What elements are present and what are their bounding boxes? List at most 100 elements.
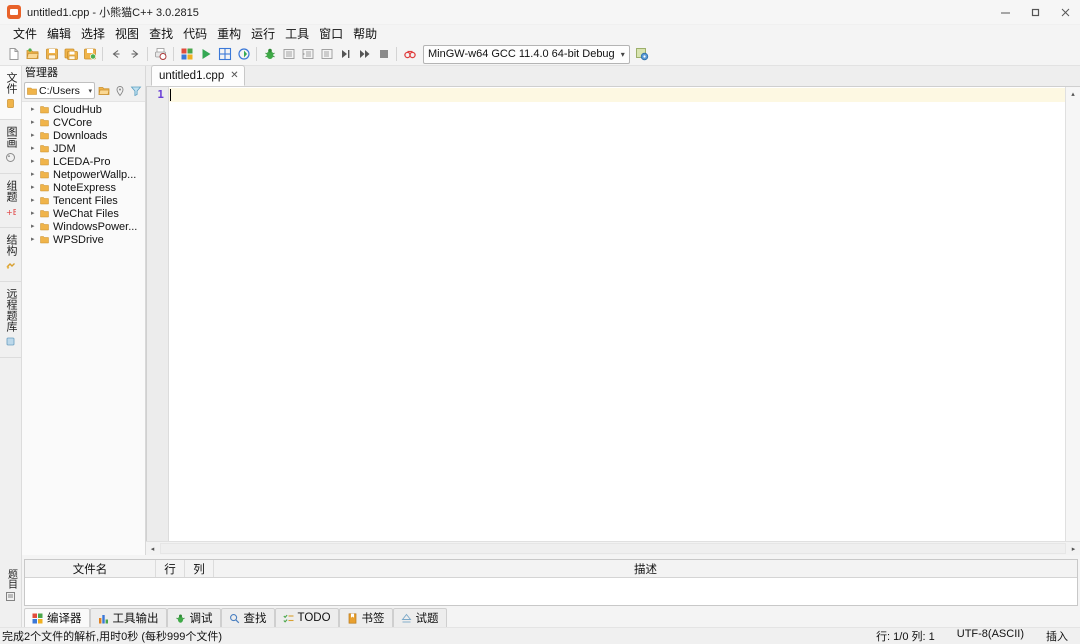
step-over-indent-icon[interactable] <box>280 45 297 63</box>
status-encoding[interactable]: UTF-8(ASCII) <box>957 628 1024 644</box>
activity-tab-drawing[interactable]: 图画 <box>0 120 21 174</box>
horizontal-scroll-thumb[interactable] <box>160 543 1066 554</box>
debug-bug-icon[interactable] <box>261 45 278 63</box>
chevron-right-icon[interactable]: ▸ <box>31 207 40 220</box>
explorer-path-combo[interactable]: C:/Users ▾ <box>24 82 95 99</box>
activity-tab-structure[interactable]: 结构 <box>0 228 21 282</box>
file-tree[interactable]: ▸ CloudHub ▸ CVCore ▸ Downloads ▸ JDM ▸ LCEDA… <box>22 101 145 555</box>
compiler-set-combo[interactable]: MinGW-w64 GCC 11.4.0 64-bit Debug ▾ <box>423 44 630 64</box>
table-body[interactable] <box>25 578 1077 605</box>
menu-find[interactable]: 查找 <box>144 25 178 43</box>
compile-run-icon[interactable] <box>216 45 233 63</box>
compile-icon[interactable] <box>178 45 195 63</box>
problem-list-icon[interactable] <box>5 591 16 605</box>
continue-icon[interactable] <box>356 45 373 63</box>
run-icon[interactable] <box>197 45 214 63</box>
save-all-icon[interactable] <box>62 45 79 63</box>
locate-file-icon[interactable] <box>113 83 127 98</box>
next-statement-icon[interactable] <box>337 45 354 63</box>
stop-execution-icon[interactable] <box>375 45 392 63</box>
column-header-description[interactable]: 描述 <box>214 560 1077 577</box>
column-header-line[interactable]: 行 <box>156 560 185 577</box>
chevron-right-icon[interactable]: ▸ <box>31 155 40 168</box>
editor-tab-untitled1[interactable]: untitled1.cpp ✕ <box>151 65 245 86</box>
save-icon[interactable] <box>43 45 60 63</box>
compiler-options-icon[interactable] <box>634 45 651 63</box>
step-into-indent-icon[interactable] <box>299 45 316 63</box>
chevron-right-icon[interactable]: ▸ <box>31 103 40 116</box>
panel-tab-search[interactable]: 查找 <box>220 608 275 627</box>
chevron-right-icon[interactable]: ▸ <box>31 194 40 207</box>
panel-tab-debug[interactable]: 调试 <box>166 608 221 627</box>
chevron-right-icon[interactable]: ▸ <box>31 142 40 155</box>
tree-item[interactable]: ▸ CVCore <box>22 116 145 129</box>
menu-tools[interactable]: 工具 <box>280 25 314 43</box>
menu-window[interactable]: 窗口 <box>314 25 348 43</box>
new-file-icon[interactable] <box>5 45 22 63</box>
panel-tab-compiler[interactable]: 编译器 <box>24 608 90 627</box>
panel-tab-bookmarks[interactable]: 书签 <box>338 608 393 627</box>
back-arrow-icon[interactable] <box>107 45 124 63</box>
tree-item[interactable]: ▸ JDM <box>22 142 145 155</box>
remote-db-icon <box>5 336 16 350</box>
panel-tab-todo[interactable]: TODO <box>274 608 339 627</box>
close-button[interactable] <box>1050 0 1080 24</box>
forward-arrow-icon[interactable] <box>126 45 143 63</box>
status-insert-mode[interactable]: 插入 <box>1046 628 1068 644</box>
chevron-right-icon[interactable]: ▸ <box>31 233 40 246</box>
chevron-right-icon[interactable]: ▸ <box>31 181 40 194</box>
editor-tab-strip: untitled1.cpp ✕ <box>146 65 1080 87</box>
chevron-right-icon[interactable]: ▸ <box>31 129 40 142</box>
activity-tab-remote-db[interactable]: 远程题库 <box>0 282 21 358</box>
editor-vertical-scrollbar[interactable]: ▴ <box>1065 87 1080 541</box>
tree-item[interactable]: ▸ WindowsPower... <box>22 220 145 233</box>
rebuild-icon[interactable] <box>235 45 252 63</box>
activity-tab-problem-set[interactable]: 组题 +B <box>0 174 21 228</box>
scroll-up-icon[interactable]: ▴ <box>1066 87 1080 100</box>
menu-select[interactable]: 选择 <box>76 25 110 43</box>
menu-edit[interactable]: 编辑 <box>42 25 76 43</box>
vertical-scroll-track[interactable] <box>1066 100 1080 541</box>
column-header-filename[interactable]: 文件名 <box>25 560 156 577</box>
panel-tab-problems[interactable]: 试题 <box>392 608 447 627</box>
chevron-right-icon[interactable]: ▸ <box>31 116 40 129</box>
tree-item[interactable]: ▸ WPSDrive <box>22 233 145 246</box>
tree-item-label: WindowsPower... <box>53 220 138 233</box>
menu-file[interactable]: 文件 <box>8 25 42 43</box>
menu-run[interactable]: 运行 <box>246 25 280 43</box>
editor-horizontal-scrollbar[interactable]: ◂ ▸ <box>146 541 1080 555</box>
panel-tab-tool-output[interactable]: 工具输出 <box>89 608 167 627</box>
panda-app-icon <box>6 4 22 20</box>
folder-icon <box>40 144 49 153</box>
chevron-right-icon[interactable]: ▸ <box>31 220 40 233</box>
menu-code[interactable]: 代码 <box>178 25 212 43</box>
menu-refactor[interactable]: 重构 <box>212 25 246 43</box>
problem-set-icon[interactable] <box>401 45 418 63</box>
chevron-right-icon[interactable]: ▸ <box>31 168 40 181</box>
step-out-indent-icon[interactable] <box>318 45 335 63</box>
save-as-icon[interactable] <box>81 45 98 63</box>
tree-item[interactable]: ▸ LCEDA-Pro <box>22 155 145 168</box>
scroll-left-icon[interactable]: ◂ <box>146 542 159 555</box>
horizontal-scroll-track[interactable] <box>160 543 1066 554</box>
maximize-button[interactable] <box>1020 0 1050 24</box>
code-text-area[interactable] <box>169 87 1065 541</box>
menu-view[interactable]: 视图 <box>110 25 144 43</box>
menu-help[interactable]: 帮助 <box>348 25 382 43</box>
filter-icon[interactable] <box>129 83 143 98</box>
open-file-icon[interactable] <box>24 45 41 63</box>
tree-item[interactable]: ▸ Downloads <box>22 129 145 142</box>
scroll-right-icon[interactable]: ▸ <box>1067 542 1080 555</box>
column-header-col[interactable]: 列 <box>185 560 214 577</box>
close-icon[interactable]: ✕ <box>230 70 238 81</box>
todo-icon <box>282 613 294 624</box>
tree-item[interactable]: ▸ Tencent Files <box>22 194 145 207</box>
print-icon[interactable] <box>152 45 169 63</box>
tree-item[interactable]: ▸ WeChat Files <box>22 207 145 220</box>
tree-item[interactable]: ▸ CloudHub <box>22 103 145 116</box>
open-folder-icon[interactable] <box>97 83 111 98</box>
minimize-button[interactable] <box>990 0 1020 24</box>
activity-tab-files[interactable]: 文件 <box>0 66 21 120</box>
tree-item[interactable]: ▸ NetpowerWallp... <box>22 168 145 181</box>
tree-item[interactable]: ▸ NoteExpress <box>22 181 145 194</box>
